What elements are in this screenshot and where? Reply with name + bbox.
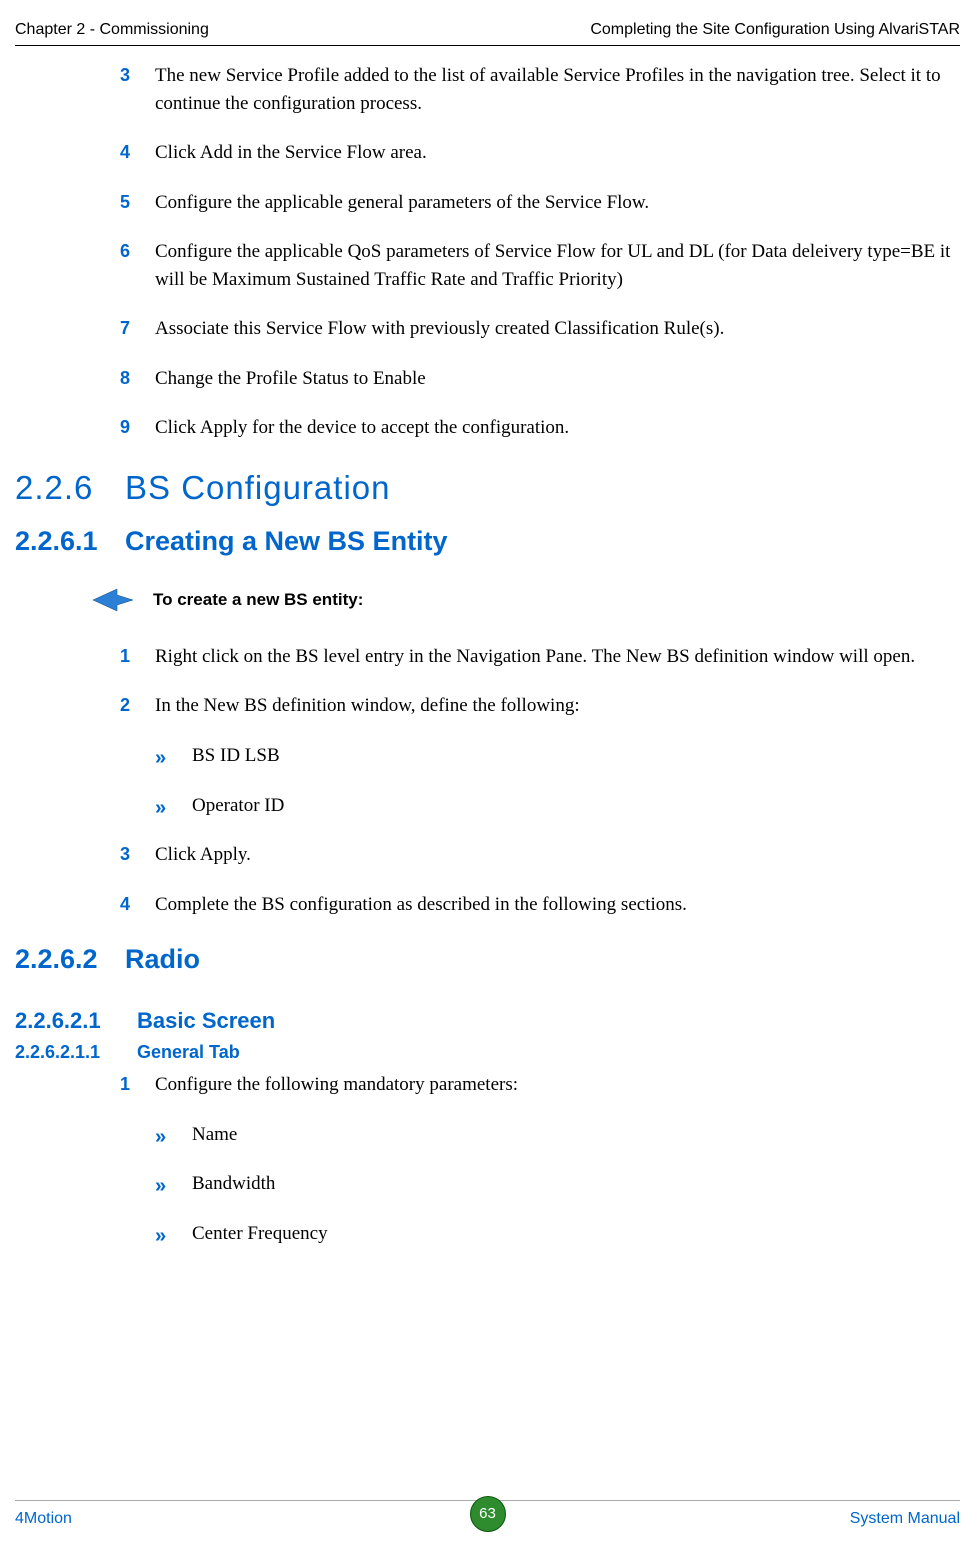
section-title: Radio [125,944,200,974]
procedure-callout: To create a new BS entity: [93,587,960,613]
step-number: 3 [120,62,130,88]
step-item: 7 Associate this Service Flow with previ… [120,315,960,343]
step-item: 8 Change the Profile Status to Enable [120,365,960,393]
bullet-item: » Bandwidth [120,1170,960,1198]
header-right: Completing the Site Configuration Using … [590,18,960,41]
bullet-item: » BS ID LSB [120,742,960,770]
step-item: 2 In the New BS definition window, defin… [120,692,960,720]
step-number: 7 [120,315,130,341]
step-item: 4 Complete the BS configuration as descr… [120,891,960,919]
section-number: 2.2.6 [15,464,125,512]
section-number: 2.2.6.2 [15,940,125,979]
step-item: 1 Right click on the BS level entry in t… [120,643,960,671]
section-number: 2.2.6.2.1.1 [15,1039,137,1065]
bullet-item: » Center Frequency [120,1220,960,1248]
numbered-list: 1 Configure the following mandatory para… [15,1071,960,1247]
footer-right: System Manual [850,1507,960,1530]
step-text: Click Add in the Service Flow area. [155,142,427,163]
step-text: Associate this Service Flow with previou… [155,318,724,339]
numbered-list: 1 Right click on the BS level entry in t… [15,643,960,918]
chevron-icon: » [155,744,161,773]
step-item: 4 Click Add in the Service Flow area. [120,139,960,167]
step-text: Click Apply. [155,844,251,865]
bullet-text: Bandwidth [192,1173,275,1194]
section-title: General Tab [137,1042,240,1062]
chevron-icon: » [155,1222,161,1251]
bullet-text: Name [192,1124,237,1145]
bullet-item: » Operator ID [120,792,960,820]
step-text: Configure the following mandatory parame… [155,1074,518,1095]
section-title: Creating a New BS Entity [125,526,448,556]
chevron-icon: » [155,794,161,823]
step-text: The new Service Profile added to the lis… [155,65,941,114]
step-text: Complete the BS configuration as describ… [155,894,687,915]
step-text: Right click on the BS level entry in the… [155,646,915,667]
step-text: In the New BS definition window, define … [155,695,580,716]
section-title: BS Configuration [125,469,390,506]
step-item: 3 The new Service Profile added to the l… [120,62,960,117]
step-number: 9 [120,414,130,440]
bullet-text: Center Frequency [192,1223,328,1244]
bullet-item: » Name [120,1121,960,1149]
step-item: 3 Click Apply. [120,841,960,869]
heading-2: 2.2.6BS Configuration [15,464,960,512]
step-number: 8 [120,365,130,391]
step-text: Change the Profile Status to Enable [155,368,426,389]
step-item: 5 Configure the applicable general param… [120,189,960,217]
chevron-icon: » [155,1123,161,1152]
content-area: 3 The new Service Profile added to the l… [15,62,960,1270]
callout-text: To create a new BS entity: [153,588,363,613]
arrow-icon [93,587,133,613]
page-header: Chapter 2 - Commissioning Completing the… [15,18,960,46]
step-text: Configure the applicable QoS parameters … [155,241,950,290]
header-left: Chapter 2 - Commissioning [15,18,209,41]
step-item: 9 Click Apply for the device to accept t… [120,414,960,442]
heading-5: 2.2.6.2.1.1General Tab [15,1039,960,1065]
bullet-text: Operator ID [192,795,284,816]
step-item: 6 Configure the applicable QoS parameter… [120,238,960,293]
step-number: 1 [120,643,130,669]
heading-3: 2.2.6.1Creating a New BS Entity [15,522,960,561]
step-text: Click Apply for the device to accept the… [155,417,569,438]
step-item: 1 Configure the following mandatory para… [120,1071,960,1099]
page-number: 63 [479,1503,496,1525]
bullet-text: BS ID LSB [192,745,280,766]
step-number: 6 [120,238,130,264]
step-number: 2 [120,692,130,718]
page: Chapter 2 - Commissioning Completing the… [0,0,975,1545]
step-text: Configure the applicable general paramet… [155,192,649,213]
step-number: 5 [120,189,130,215]
step-number: 3 [120,841,130,867]
section-number: 2.2.6.1 [15,522,125,561]
heading-3: 2.2.6.2Radio [15,940,960,979]
section-number: 2.2.6.2.1 [15,1005,137,1037]
chevron-icon: » [155,1172,161,1201]
numbered-list: 3 The new Service Profile added to the l… [15,62,960,442]
step-number: 1 [120,1071,130,1097]
footer-left: 4Motion [15,1507,72,1530]
page-footer: 4Motion 63 System Manual [15,1500,960,1530]
step-number: 4 [120,139,130,165]
section-title: Basic Screen [137,1008,275,1033]
page-number-badge: 63 [470,1496,506,1532]
heading-4: 2.2.6.2.1Basic Screen [15,1005,960,1037]
step-number: 4 [120,891,130,917]
